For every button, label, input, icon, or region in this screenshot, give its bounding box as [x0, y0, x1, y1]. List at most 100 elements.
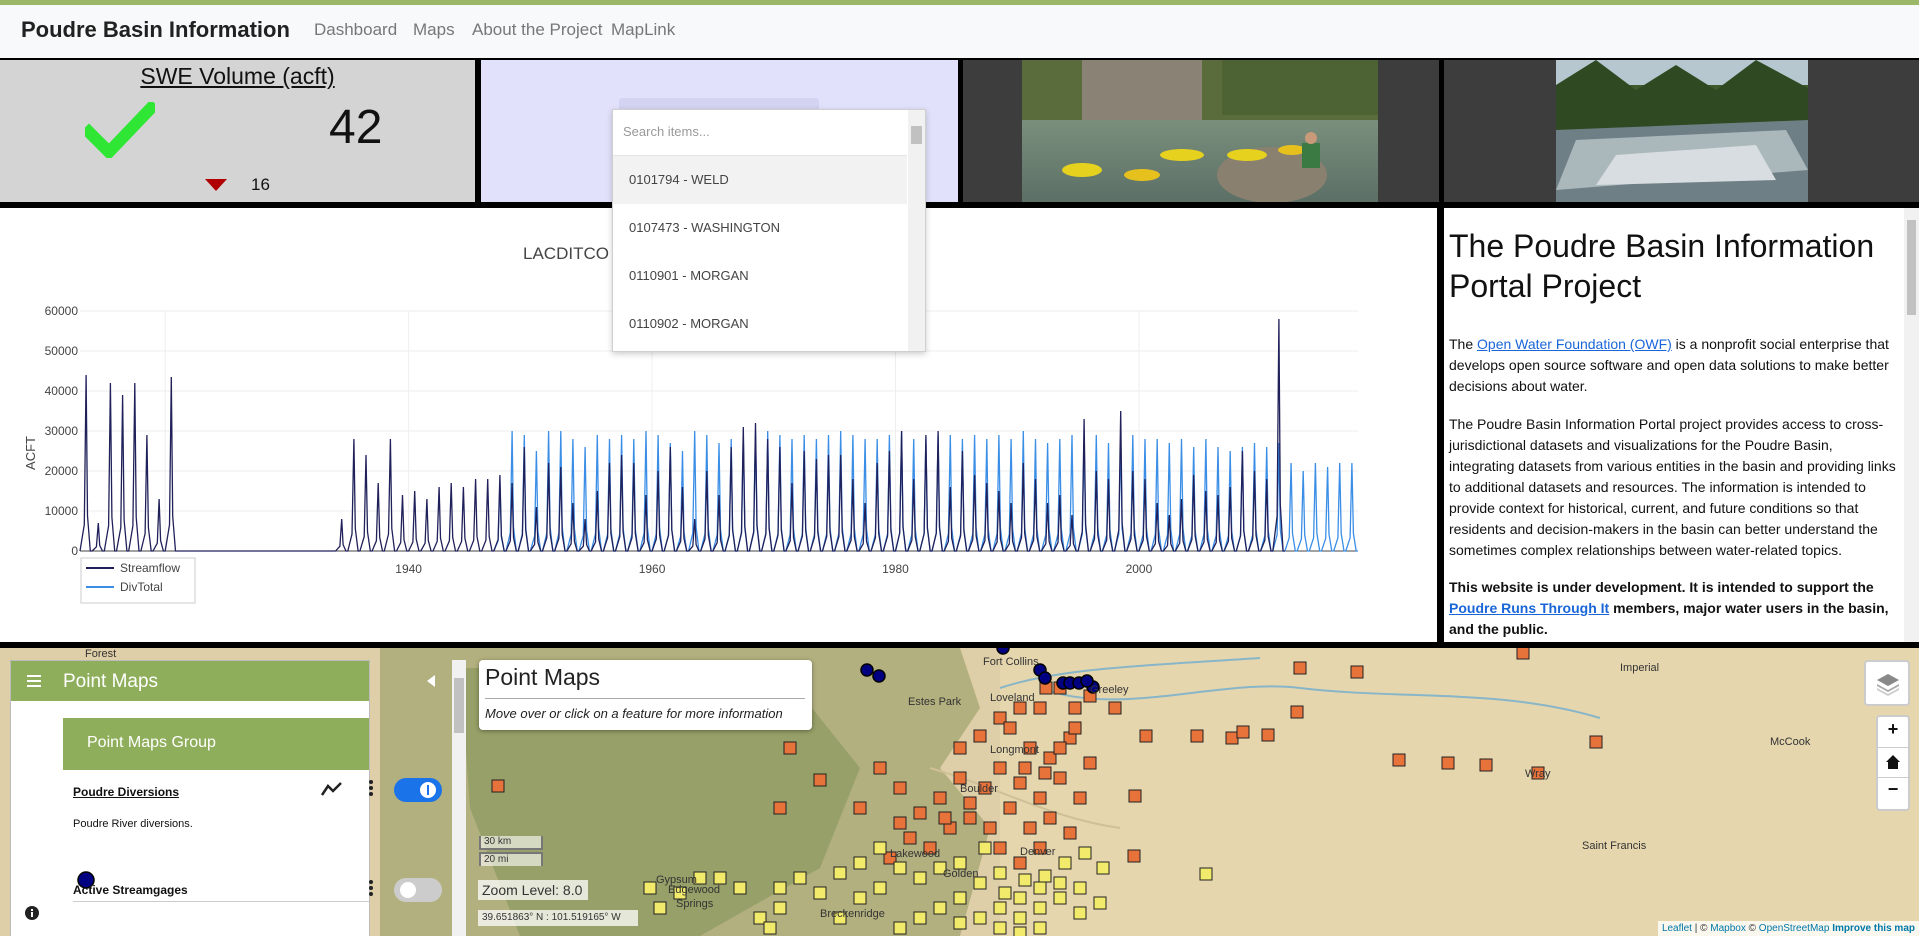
map-station-marker[interactable] [1038, 766, 1052, 780]
map-station-marker[interactable] [1038, 869, 1052, 883]
map-station-marker[interactable] [1053, 741, 1067, 755]
home-icon[interactable] [1885, 754, 1901, 770]
map-station-marker[interactable] [1096, 861, 1110, 875]
map-station-marker[interactable] [978, 841, 992, 855]
dropdown-item[interactable]: 0110901 - MORGAN [613, 252, 907, 300]
map-station-marker[interactable] [783, 741, 797, 755]
map-station-marker[interactable] [873, 841, 887, 855]
leaflet-link[interactable]: Leaflet [1662, 923, 1692, 934]
map-diversion-marker[interactable] [996, 648, 1010, 655]
map-station-marker[interactable] [913, 911, 927, 925]
map-station-marker[interactable] [993, 841, 1007, 855]
map-station-marker[interactable] [853, 801, 867, 815]
map-station-marker[interactable] [953, 741, 967, 755]
map-station-marker[interactable] [1093, 896, 1107, 910]
nav-link-maps[interactable]: Maps [413, 20, 455, 40]
map-station-marker[interactable] [1023, 821, 1037, 835]
map-station-marker[interactable] [1003, 801, 1017, 815]
map-station-marker[interactable] [963, 811, 977, 825]
map-station-marker[interactable] [873, 761, 887, 775]
map-station-marker[interactable] [873, 881, 887, 895]
map-station-marker[interactable] [993, 921, 1007, 935]
map-station-marker[interactable] [1108, 701, 1122, 715]
map-station-marker[interactable] [1013, 911, 1027, 925]
map-station-marker[interactable] [953, 891, 967, 905]
map-station-marker[interactable] [491, 779, 505, 793]
osm-link[interactable]: OpenStreetMap [1759, 923, 1830, 934]
map-station-marker[interactable] [993, 901, 1007, 915]
zoom-in-button[interactable]: + [1878, 719, 1908, 740]
map-station-marker[interactable] [1013, 926, 1027, 936]
map-station-marker[interactable] [998, 886, 1012, 900]
zoom-out-button[interactable]: − [1878, 779, 1908, 800]
info-icon[interactable] [25, 906, 39, 920]
layer-toggle-off[interactable] [394, 878, 442, 902]
map-station-marker[interactable] [853, 891, 867, 905]
layer-toggle-on[interactable] [394, 778, 442, 802]
map-station-marker[interactable] [1261, 728, 1275, 742]
map-diversion-marker[interactable] [872, 669, 886, 683]
layers-control[interactable] [1864, 660, 1910, 706]
map-station-marker[interactable] [1441, 756, 1455, 770]
map-station-marker[interactable] [1516, 648, 1530, 660]
map-station-marker[interactable] [1033, 701, 1047, 715]
map-station-marker[interactable] [763, 921, 777, 935]
poudre-runs-link[interactable]: Poudre Runs Through It [1449, 600, 1609, 616]
map-station-marker[interactable] [1073, 906, 1087, 920]
map-station-marker[interactable] [1350, 665, 1364, 679]
map-station-marker[interactable] [1290, 705, 1304, 719]
map-station-marker[interactable] [1199, 867, 1213, 881]
map-station-marker[interactable] [938, 811, 952, 825]
map-station-marker[interactable] [1013, 891, 1027, 905]
dropdown-search-input[interactable]: Search items... [623, 124, 710, 139]
dropdown-item[interactable]: 0107473 - WASHINGTON [613, 204, 907, 252]
map-station-marker[interactable] [963, 796, 977, 810]
dropdown-item[interactable]: 0101794 - WELD [613, 156, 907, 204]
hamburger-menu-icon[interactable] [27, 675, 41, 687]
more-vertical-icon[interactable] [368, 879, 374, 897]
map-station-marker[interactable] [1018, 761, 1032, 775]
map-station-marker[interactable] [933, 901, 947, 915]
map-station-marker[interactable] [733, 881, 747, 895]
map-station-marker[interactable] [903, 831, 917, 845]
map-station-marker[interactable] [1063, 826, 1077, 840]
map-station-marker[interactable] [993, 866, 1007, 880]
map-station-marker[interactable] [973, 911, 987, 925]
layer-name-poudre-diversions[interactable]: Poudre Diversions [73, 785, 179, 799]
map-station-marker[interactable] [1139, 729, 1153, 743]
map-station-marker[interactable] [933, 791, 947, 805]
dropdown-scrollbar[interactable] [908, 110, 925, 351]
more-vertical-icon[interactable] [368, 779, 374, 797]
map-station-marker[interactable] [1392, 753, 1406, 767]
map-station-marker[interactable] [1053, 891, 1067, 905]
map-station-marker[interactable] [953, 916, 967, 930]
map-station-marker[interactable] [893, 921, 907, 935]
map-station-marker[interactable] [973, 729, 987, 743]
swe-title[interactable]: SWE Volume (acft) [0, 63, 475, 90]
chart-line-icon[interactable] [321, 781, 343, 797]
map-station-marker[interactable] [643, 881, 657, 895]
map-station-marker[interactable] [1128, 789, 1142, 803]
map-station-marker[interactable] [1053, 771, 1067, 785]
map-station-marker[interactable] [1073, 791, 1087, 805]
map-station-marker[interactable] [1033, 921, 1047, 935]
map-station-marker[interactable] [1018, 873, 1032, 887]
layer-group-header[interactable]: Point Maps Group [63, 718, 369, 770]
navbar-brand[interactable]: Poudre Basin Information [21, 17, 290, 43]
map-station-marker[interactable] [813, 773, 827, 787]
info-scrollbar[interactable] [1904, 208, 1919, 642]
map-station-marker[interactable] [1043, 811, 1057, 825]
legend-item-divtotal[interactable]: DivTotal [120, 580, 163, 594]
map-station-marker[interactable] [1053, 876, 1067, 890]
map-station-marker[interactable] [793, 871, 807, 885]
nav-link-maplink[interactable]: MapLink [611, 20, 675, 40]
map-station-marker[interactable] [1013, 776, 1027, 790]
legend-item-streamflow[interactable]: Streamflow [120, 561, 180, 575]
map-station-marker[interactable] [1083, 756, 1097, 770]
map-station-marker[interactable] [893, 781, 907, 795]
map-station-marker[interactable] [853, 856, 867, 870]
map-station-marker[interactable] [1073, 881, 1087, 895]
dropdown-item[interactable]: 0110902 - MORGAN [613, 300, 907, 348]
map-station-marker[interactable] [773, 901, 787, 915]
map-station-marker[interactable] [1479, 758, 1493, 772]
